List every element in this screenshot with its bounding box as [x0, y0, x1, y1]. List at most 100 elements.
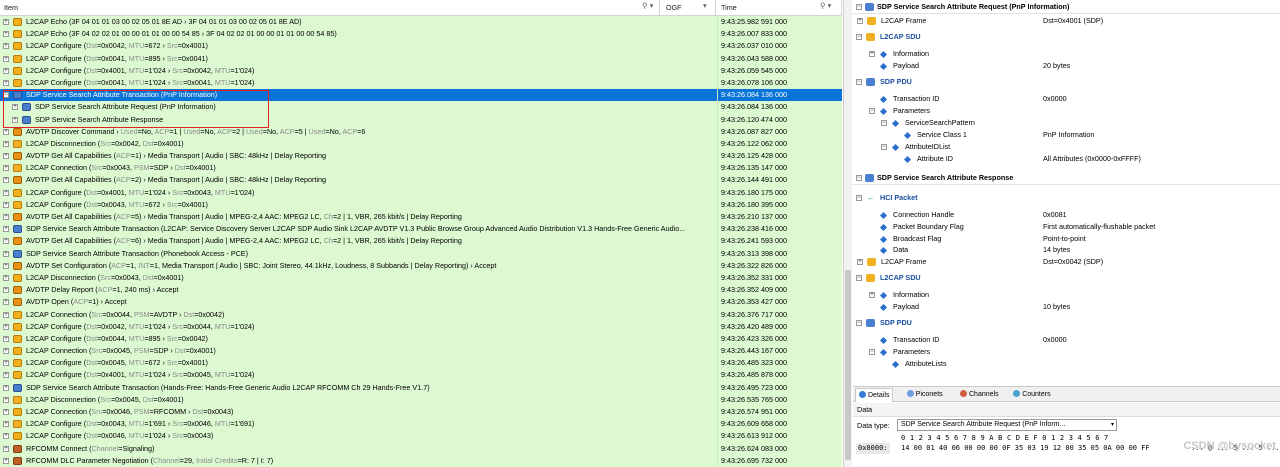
expand-toggle[interactable]: + [3, 153, 9, 160]
packet-row[interactable]: + AVDTP Delay Report (ACP=1, 240 ms) › Ac… [0, 284, 842, 297]
packet-row[interactable]: + L2CAP Disconnection (Src=0x0043, Dst=0x… [0, 271, 842, 285]
packet-row[interactable]: + L2CAP Configure (Dst=0x4001, MTU=1'024 … [0, 64, 842, 77]
expand-toggle[interactable]: + [3, 128, 9, 135]
packet-row[interactable]: + L2CAP Connection (Src=0x0045, PSM=SDP ›… [0, 345, 842, 358]
expand-toggle[interactable]: + [3, 201, 9, 208]
column-header-ogf[interactable]: OGF [662, 0, 716, 16]
detail-row[interactable]: − AttributeIDList [853, 141, 1280, 153]
expand-toggle[interactable]: + [3, 311, 9, 318]
detail-row[interactable]: Connection Handle 0x0081 [853, 209, 1280, 221]
expand-toggle[interactable]: + [3, 67, 9, 74]
expand-toggle[interactable]: + [3, 421, 9, 428]
packet-row[interactable]: + AVDTP Set Configuration (ACP=1, INT=1, … [0, 259, 842, 272]
expand-toggle[interactable]: + [3, 165, 9, 172]
detail-row[interactable]: − L2CAP SDU [853, 31, 1280, 43]
time-filter-icon[interactable]: ⚲ ▾ [820, 1, 831, 10]
packet-row[interactable]: + L2CAP Configure (Dst=0x4001, MTU=1'024 … [0, 186, 842, 199]
collapse-toggle[interactable]: − [856, 275, 862, 281]
expand-toggle[interactable]: + [857, 259, 863, 265]
packet-row[interactable]: + SDP Service Search Attribute Request (P… [0, 101, 842, 114]
packet-row[interactable]: + L2CAP Configure (Dst=0x0042, MTU=672 › … [0, 40, 842, 53]
expand-toggle[interactable]: + [3, 140, 9, 147]
expand-toggle[interactable]: + [3, 19, 9, 25]
expand-toggle[interactable]: + [3, 189, 9, 196]
packet-list-scrollbar[interactable] [843, 0, 852, 467]
packet-row[interactable]: + L2CAP Configure (Dst=0x0043, MTU=1'691 … [0, 418, 842, 431]
expand-toggle[interactable]: + [3, 43, 9, 50]
packet-row[interactable]: + AVDTP Open (ACP=1) › Accept 9:43:26.353 … [0, 296, 842, 309]
detail-row[interactable]: + Information [853, 48, 1280, 60]
expand-toggle[interactable]: + [3, 250, 9, 257]
expand-toggle[interactable]: + [3, 396, 9, 403]
packet-row[interactable]: + SDP Service Search Attribute Response 9:… [0, 113, 842, 126]
expand-toggle[interactable]: + [3, 287, 9, 294]
detail-row[interactable]: Service Class 1 PnP Information [853, 129, 1280, 141]
packet-row[interactable]: + L2CAP Echo (3F 04 01 01 03 00 02 05 01 … [0, 16, 842, 29]
packet-row[interactable]: + SDP Service Search Attribute Transactio… [0, 223, 842, 236]
column-header-item[interactable]: Item [0, 0, 660, 16]
detail-row[interactable]: − SDP PDU [853, 317, 1280, 329]
expand-toggle[interactable]: + [3, 457, 9, 464]
packet-row[interactable]: + L2CAP Configure (Dst=0x0041, MTU=1'024 … [0, 76, 842, 90]
packet-row[interactable]: + L2CAP Disconnection (Src=0x0042, Dst=0x… [0, 137, 842, 151]
expand-toggle[interactable]: − [881, 120, 887, 126]
expand-toggle[interactable]: − [869, 108, 875, 114]
expand-toggle[interactable]: + [3, 55, 9, 62]
detail-row[interactable]: AttributeLists [853, 358, 1280, 370]
detail-row[interactable]: − ServiceSearchPattern [853, 117, 1280, 129]
expand-toggle[interactable]: + [3, 214, 9, 220]
packet-row[interactable]: + AVDTP Get All Capabilities (ACP=1) › Me… [0, 150, 842, 163]
expand-toggle[interactable]: + [3, 31, 9, 38]
expand-toggle[interactable]: + [12, 116, 18, 123]
packet-row[interactable]: + L2CAP Configure (Dst=0x0046, MTU=1'024 … [0, 430, 842, 443]
expand-toggle[interactable]: + [869, 51, 875, 57]
expand-toggle[interactable]: + [3, 360, 9, 367]
packet-row[interactable]: + SDP Service Search Attribute Transactio… [0, 247, 842, 260]
packet-row[interactable]: + L2CAP Configure (Dst=0x0041, MTU=895 › … [0, 52, 842, 65]
collapse-toggle[interactable]: − [856, 175, 862, 181]
scrollbar-thumb[interactable] [845, 270, 851, 460]
tab-counters[interactable]: Counters [1010, 388, 1053, 402]
packet-row[interactable]: + L2CAP Connection (Src=0x0046, PSM=RFCOM… [0, 406, 842, 419]
expand-toggle[interactable]: + [3, 433, 9, 440]
expand-toggle[interactable]: + [3, 226, 9, 233]
packet-row[interactable]: + AVDTP Get All Capabilities (ACP=2) › Me… [0, 174, 842, 187]
detail-row[interactable]: − L2CAP SDU [853, 272, 1280, 284]
packet-row[interactable]: + L2CAP Disconnection (Src=0x0045, Dst=0x… [0, 393, 842, 406]
packet-row[interactable]: + AVDTP Get All Capabilities (ACP=5) › Me… [0, 211, 842, 224]
collapse-toggle[interactable]: − [856, 4, 862, 10]
packet-row[interactable]: + L2CAP Configure (Dst=0x4001, MTU=1'024 … [0, 369, 842, 382]
detail-row[interactable]: − Parameters [853, 105, 1280, 117]
packet-row[interactable]: + L2CAP Configure (Dst=0x0044, MTU=895 › … [0, 332, 842, 346]
packet-row[interactable]: + RFCOMM Connect (Channel=Signaling) 9:43:… [0, 442, 842, 455]
expand-toggle[interactable]: + [3, 262, 9, 269]
detail-row[interactable]: Transaction ID 0x0000 [853, 334, 1280, 346]
detail-row[interactable]: Payload 10 bytes [853, 301, 1280, 313]
data-type-select[interactable]: SDP Service Search Attribute Request (Pn… [897, 419, 1117, 431]
packet-row[interactable]: + RFCOMM DLC Parameter Negotiation (Chann… [0, 454, 842, 467]
expand-toggle[interactable]: + [3, 372, 9, 379]
packet-row[interactable]: + L2CAP Echo (3F 04 02 02 01 00 00 01 01 … [0, 28, 842, 41]
packet-row[interactable]: − SDP Service Search Attribute Transactio… [0, 89, 842, 102]
collapse-toggle[interactable]: − [856, 79, 862, 85]
expand-toggle[interactable]: + [3, 177, 9, 184]
packet-row[interactable]: + L2CAP Configure (Dst=0x0042, MTU=1'024 … [0, 320, 842, 333]
detail-row[interactable]: Packet Boundary Flag First automatically-… [853, 221, 1280, 233]
filter-icon[interactable]: ⚲ ▾ [642, 1, 653, 10]
detail-row[interactable]: + L2CAP Frame Dst=0x0042 (SDP) [853, 256, 1280, 268]
expand-toggle[interactable]: − [881, 144, 887, 150]
packet-row[interactable]: + L2CAP Configure (Dst=0x0043, MTU=672 › … [0, 198, 842, 211]
detail-row[interactable]: Data 14 bytes [853, 244, 1280, 256]
detail-row[interactable]: − SDP Service Search Attribute Response [853, 172, 1280, 184]
detail-row[interactable]: − SDP Service Search Attribute Request (P… [853, 1, 1280, 13]
packet-row[interactable]: + AVDTP Discover Command › Used=No, ACP=1… [0, 125, 842, 138]
expand-toggle[interactable]: + [3, 348, 9, 355]
packet-row[interactable]: + L2CAP Configure (Dst=0x0045, MTU=672 › … [0, 357, 842, 370]
expand-toggle[interactable]: + [3, 384, 9, 391]
tab-details[interactable]: Details [855, 388, 894, 402]
expand-toggle[interactable]: − [3, 92, 9, 99]
expand-toggle[interactable]: + [857, 18, 863, 24]
expand-toggle[interactable]: + [3, 335, 9, 342]
collapse-toggle[interactable]: − [856, 195, 862, 201]
expand-toggle[interactable]: + [869, 292, 875, 298]
